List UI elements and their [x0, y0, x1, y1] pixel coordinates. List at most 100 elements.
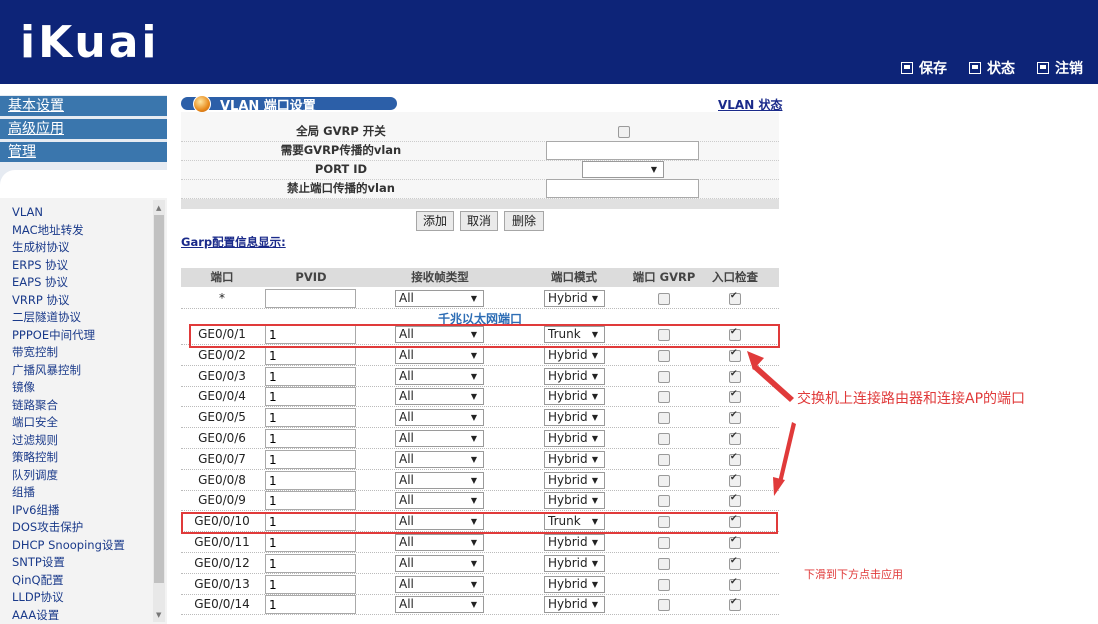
delete-button[interactable]: 删除 — [504, 211, 544, 231]
nav-item-queue[interactable]: 队列调度 — [12, 467, 152, 485]
nav-item-aaa[interactable]: AAA设置 — [12, 607, 152, 624]
port-mode-select[interactable]: Hybrid ▼ — [544, 347, 605, 364]
pvid-input[interactable] — [265, 554, 356, 573]
frame-type-select[interactable]: All ▼ — [395, 576, 484, 593]
nav-advanced[interactable]: 高级应用 — [0, 119, 167, 139]
gvrp-checkbox[interactable] — [658, 412, 670, 424]
pvid-input[interactable] — [265, 346, 356, 365]
nav-item-l2-tunnel[interactable]: 二层隧道协议 — [12, 309, 152, 327]
port-mode-select[interactable]: Hybrid ▼ — [544, 555, 605, 572]
frame-type-select[interactable]: All ▼ — [395, 555, 484, 572]
add-button[interactable]: 添加 — [416, 211, 454, 231]
port-mode-select[interactable]: Hybrid ▼ — [544, 388, 605, 405]
gvrp-vlan-input[interactable] — [546, 141, 699, 160]
port-mode-select[interactable]: Hybrid ▼ — [544, 472, 605, 489]
nav-item-pppoe[interactable]: PPPOE中间代理 — [12, 327, 152, 345]
nav-item-port-security[interactable]: 端口安全 — [12, 414, 152, 432]
frame-type-select[interactable]: All ▼ — [395, 472, 484, 489]
nav-item-multicast[interactable]: 组播 — [12, 484, 152, 502]
nav-management[interactable]: 管理 — [0, 142, 167, 162]
pvid-input[interactable] — [265, 450, 356, 469]
scroll-down-icon[interactable]: ▼ — [156, 611, 161, 619]
nav-item-filter[interactable]: 过滤规则 — [12, 432, 152, 450]
port-mode-select[interactable]: Hybrid ▼ — [544, 368, 605, 385]
frame-type-select[interactable]: All ▼ — [395, 534, 484, 551]
port-table-header: 端口 PVID 接收帧类型 端口模式 端口 GVRP 入口检查 — [181, 268, 779, 287]
gvrp-checkbox[interactable] — [658, 475, 670, 487]
frame-type-select[interactable]: All ▼ — [395, 347, 484, 364]
nav-item-eaps[interactable]: EAPS 协议 — [12, 274, 152, 292]
garp-info-link[interactable]: Garp配置信息显示: — [181, 234, 286, 250]
vlan-status-link[interactable]: VLAN 状态 — [718, 96, 782, 113]
ingress-check-checkbox[interactable] — [729, 556, 741, 570]
nav-item-erps[interactable]: ERPS 协议 — [12, 257, 152, 275]
port-id-select[interactable]: ▼ — [582, 161, 664, 178]
nav-item-stp[interactable]: 生成树协议 — [12, 239, 152, 257]
global-gvrp-checkbox[interactable] — [618, 126, 630, 138]
frame-type-select[interactable]: All ▼ — [395, 492, 484, 509]
nav-item-vlan[interactable]: VLAN — [12, 204, 152, 222]
frame-type-select[interactable]: All ▼ — [395, 388, 484, 405]
nav-item-sntp[interactable]: SNTP设置 — [12, 554, 152, 572]
frame-type-select[interactable]: All ▼ — [395, 409, 484, 426]
nav-item-lldp[interactable]: LLDP协议 — [12, 589, 152, 607]
pvid-input[interactable] — [265, 429, 356, 448]
cancel-button[interactable]: 取消 — [460, 211, 498, 231]
forbid-vlan-input[interactable] — [546, 179, 699, 198]
port-mode-select[interactable]: Hybrid ▼ — [544, 492, 605, 509]
nav-item-link-agg[interactable]: 链路聚合 — [12, 397, 152, 415]
nav-item-policy[interactable]: 策略控制 — [12, 449, 152, 467]
nav-scrollbar-thumb[interactable] — [154, 215, 164, 583]
pvid-input[interactable] — [265, 491, 356, 510]
scroll-up-icon[interactable]: ▲ — [156, 204, 161, 212]
save-link[interactable]: 保存 — [901, 58, 947, 78]
gvrp-checkbox[interactable] — [658, 391, 670, 403]
ingress-check-checkbox[interactable] — [729, 577, 741, 591]
gvrp-checkbox[interactable] — [658, 599, 670, 611]
pvid-input[interactable] — [265, 575, 356, 594]
gvrp-checkbox[interactable] — [658, 579, 670, 591]
frame-type-select[interactable]: All ▼ — [395, 368, 484, 385]
nav-item-dhcp-snooping[interactable]: DHCP Snooping设置 — [12, 537, 152, 555]
nav-basic-settings[interactable]: 基本设置 — [0, 96, 167, 116]
frame-type-select[interactable]: All ▼ — [395, 596, 484, 613]
nav-item-mac-forward[interactable]: MAC地址转发 — [12, 222, 152, 240]
port-mode-select[interactable]: Hybrid ▼ — [544, 430, 605, 447]
nav-item-mirror[interactable]: 镜像 — [12, 379, 152, 397]
status-link[interactable]: 状态 — [969, 58, 1015, 78]
nav-item-ipv6-multicast[interactable]: IPv6组播 — [12, 502, 152, 520]
ingress-check-checkbox[interactable] — [729, 597, 741, 611]
port-mode-select[interactable]: Hybrid ▼ — [544, 576, 605, 593]
port-mode-select[interactable]: Hybrid ▼ — [544, 534, 605, 551]
port-mode-select[interactable]: Hybrid ▼ — [544, 290, 605, 307]
ingress-check-checkbox[interactable] — [729, 291, 741, 305]
frame-type-select[interactable]: All ▼ — [395, 451, 484, 468]
nav-item-dos[interactable]: DOS攻击保护 — [12, 519, 152, 537]
nav-item-storm-control[interactable]: 广播风暴控制 — [12, 362, 152, 380]
nav-item-qinq[interactable]: QinQ配置 — [12, 572, 152, 590]
frame-type-select[interactable]: All ▼ — [395, 430, 484, 447]
pvid-input[interactable] — [265, 595, 356, 614]
gvrp-checkbox[interactable] — [658, 537, 670, 549]
gvrp-checkbox[interactable] — [658, 293, 670, 305]
pvid-input[interactable] — [265, 387, 356, 406]
port-mode-select[interactable]: Hybrid ▼ — [544, 596, 605, 613]
gvrp-checkbox[interactable] — [658, 454, 670, 466]
pvid-input[interactable] — [265, 367, 356, 386]
gvrp-checkbox[interactable] — [658, 350, 670, 362]
gvrp-checkbox[interactable] — [658, 433, 670, 445]
pvid-input[interactable] — [265, 289, 356, 308]
logout-link[interactable]: 注销 — [1037, 58, 1083, 78]
nav-item-bandwidth[interactable]: 带宽控制 — [12, 344, 152, 362]
ingress-check-checkbox[interactable] — [729, 535, 741, 549]
gvrp-checkbox[interactable] — [658, 495, 670, 507]
gvrp-checkbox[interactable] — [658, 558, 670, 570]
port-mode-select[interactable]: Hybrid ▼ — [544, 409, 605, 426]
pvid-input[interactable] — [265, 471, 356, 490]
nav-item-vrrp[interactable]: VRRP 协议 — [12, 292, 152, 310]
pvid-input[interactable] — [265, 408, 356, 427]
pvid-input[interactable] — [265, 533, 356, 552]
port-mode-select[interactable]: Hybrid ▼ — [544, 451, 605, 468]
gvrp-checkbox[interactable] — [658, 371, 670, 383]
frame-type-select[interactable]: All ▼ — [395, 290, 484, 307]
